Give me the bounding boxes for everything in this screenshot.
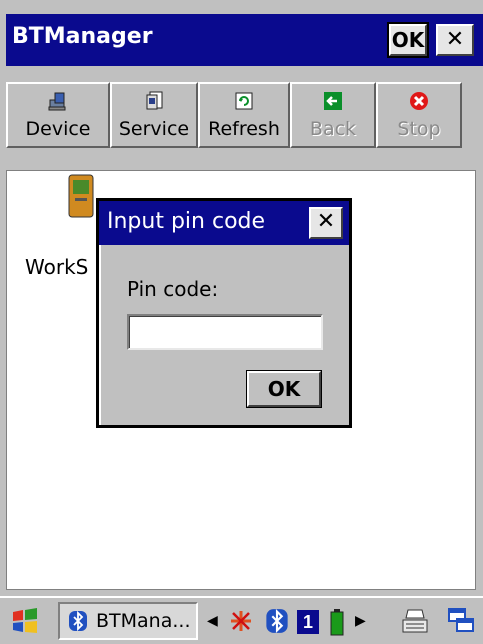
title-bar: BTManager OK ✕: [6, 14, 483, 66]
pin-dialog: Input pin code ✕ Pin code: OK: [96, 198, 352, 428]
refresh-label: Refresh: [208, 118, 280, 140]
device-button[interactable]: Device: [6, 82, 110, 148]
system-tray: ◀ 1 ▶: [205, 602, 385, 640]
pin-code-label: Pin code:: [127, 277, 219, 301]
close-button[interactable]: ✕: [436, 24, 474, 56]
stop-label: Stop: [397, 118, 441, 140]
battery-icon[interactable]: [329, 608, 345, 636]
service-label: Service: [118, 118, 190, 140]
device-icon: [48, 92, 66, 111]
ok-button[interactable]: OK: [387, 22, 429, 58]
tray-number-badge[interactable]: 1: [297, 610, 319, 634]
bluetooth-tray-icon[interactable]: [265, 608, 289, 634]
taskbar-app-button[interactable]: BTMana...: [58, 602, 198, 640]
dialog-title-bar: Input pin code ✕: [99, 201, 349, 245]
window-title: BTManager: [12, 24, 153, 49]
dialog-ok-button[interactable]: OK: [246, 370, 322, 408]
bluetooth-icon: [69, 610, 87, 632]
toolbar: Device Service Refresh Back Stop: [6, 68, 483, 168]
device-item-label[interactable]: WorkS: [25, 255, 88, 279]
tray-right-arrow-icon[interactable]: ▶: [355, 612, 366, 629]
pin-code-input[interactable]: [127, 314, 323, 350]
device-label: Device: [25, 118, 91, 140]
keyboard-icon[interactable]: [400, 606, 430, 636]
start-icon[interactable]: [10, 606, 40, 636]
tray-left-arrow-icon[interactable]: ◀: [207, 612, 218, 629]
taskbar: BTMana... ◀ 1 ▶: [0, 596, 483, 644]
stop-button[interactable]: Stop: [376, 82, 462, 148]
stop-icon: [410, 92, 428, 110]
taskbar-app-label: BTMana...: [96, 610, 191, 632]
back-arrow-icon: [324, 92, 342, 110]
service-button[interactable]: Service: [110, 82, 198, 148]
refresh-button[interactable]: Refresh: [198, 82, 290, 148]
back-label: Back: [309, 118, 357, 140]
app-window: BTManager OK ✕ Device Service Refresh Ba…: [6, 0, 483, 644]
window-switch-icon[interactable]: [446, 606, 476, 636]
dialog-close-button[interactable]: ✕: [309, 207, 343, 239]
service-icon: [146, 91, 163, 110]
handheld-device-icon: [68, 174, 94, 218]
network-disconnected-icon[interactable]: [227, 608, 255, 634]
back-button[interactable]: Back: [290, 82, 376, 148]
refresh-icon: [235, 92, 253, 110]
dialog-title: Input pin code: [107, 209, 266, 234]
